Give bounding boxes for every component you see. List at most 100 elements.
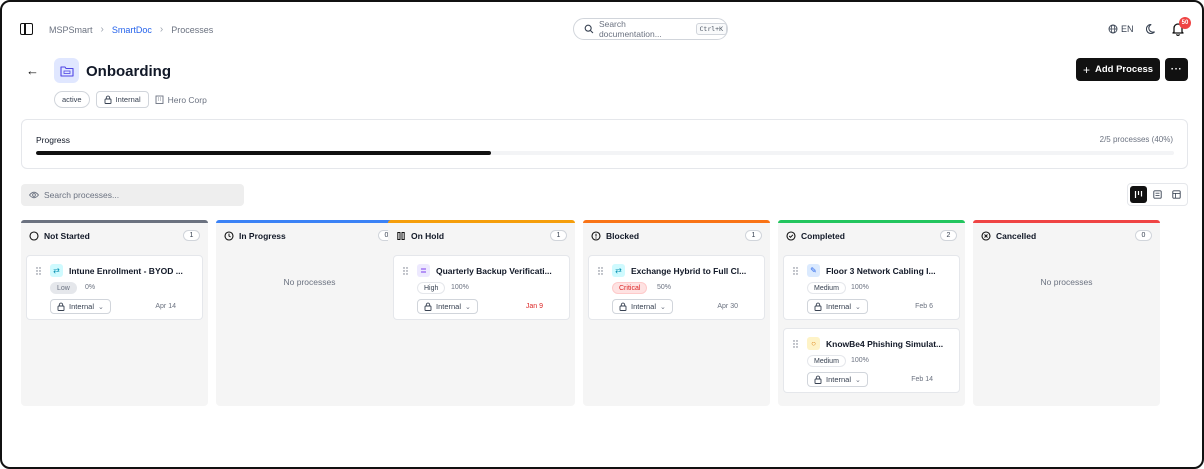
process-card[interactable]: ≣ Quarterly Backup Verificati... High 10… [393,255,570,320]
process-card[interactable]: ○ KnowBe4 Phishing Simulat... Medium 100… [783,328,960,393]
column-on-hold: On Hold 1 ≣ Quarterly Backup Verificati.… [388,220,575,406]
lock-icon [104,95,112,104]
due-date: Apr 14 [155,303,176,310]
kanban-view-button[interactable] [1130,186,1147,203]
add-process-button[interactable]: + Add Process [1076,58,1160,81]
chevron-down-icon: ⌄ [465,303,471,311]
more-options-button[interactable]: ··· [1165,58,1188,81]
sidebar-toggle-icon[interactable] [20,23,33,35]
status-badge: active [54,91,90,108]
column-cancelled: Cancelled 0 No processes [973,220,1160,406]
card-title[interactable]: Exchange Hybrid to Full Cl... [631,266,759,276]
completion-percent: 100% [851,284,869,291]
process-card[interactable]: ⇄ Exchange Hybrid to Full Cl... Critical… [588,255,765,320]
column-count-badge: 1 [745,230,762,241]
visibility-badge[interactable]: Internal [95,91,149,108]
list-icon [1153,190,1162,199]
building-icon [155,95,164,104]
access-dropdown[interactable]: Internal ⌄ [807,299,868,314]
add-process-label: Add Process [1094,64,1154,75]
circle-icon [29,231,39,241]
access-dropdown[interactable]: Internal ⌄ [50,299,111,314]
process-search-input[interactable]: Search processes... [21,184,244,206]
drag-handle-icon[interactable] [793,267,798,275]
drag-handle-icon[interactable] [598,267,603,275]
column-title: Blocked [606,231,640,241]
column-color-bar [216,220,403,223]
column-color-bar [973,220,1160,223]
check-circle-icon [786,231,796,241]
access-dropdown[interactable]: Internal ⌄ [417,299,478,314]
column-count-badge: 2 [940,230,957,241]
lock-icon [57,302,65,311]
plus-icon: + [1082,62,1090,77]
eye-icon [29,191,39,199]
access-dropdown[interactable]: Internal ⌄ [807,372,868,387]
card-title[interactable]: KnowBe4 Phishing Simulat... [826,339,954,349]
list-view-button[interactable] [1149,186,1166,203]
due-date: Apr 30 [717,303,738,310]
access-label: Internal [826,302,852,311]
priority-badge: Medium [807,282,846,294]
column-blocked: Blocked 1 ⇄ Exchange Hybrid to Full Cl..… [583,220,770,406]
back-arrow-icon[interactable]: ← [26,63,39,78]
breadcrumb-item-smartdoc[interactable]: SmartDoc [112,25,152,35]
visibility-label: Internal [115,95,141,104]
language-selector[interactable]: EN [1108,24,1134,34]
drag-handle-icon[interactable] [36,267,41,275]
progress-bar [36,151,1174,155]
top-bar: MSPSmart › SmartDoc › Processes Search d… [2,14,1202,46]
chevron-right-icon: › [159,24,164,35]
completion-percent: 100% [451,284,469,291]
column-title: Not Started [44,231,90,241]
process-card[interactable]: ⇄ Intune Enrollment - BYOD ... Low 0% In… [26,255,203,320]
card-title[interactable]: Intune Enrollment - BYOD ... [69,266,197,276]
sync-icon: ⇄ [50,264,63,277]
page-title: Onboarding [86,63,171,80]
progress-bar-fill [36,151,492,155]
drag-handle-icon[interactable] [793,340,798,348]
progress-label: Progress [36,135,71,145]
access-dropdown[interactable]: Internal ⌄ [612,299,673,314]
kanban-icon [1134,191,1143,198]
client-link[interactable]: Hero Corp [154,91,207,108]
column-count-badge: 1 [550,230,567,241]
card-title[interactable]: Floor 3 Network Cabling I... [826,266,954,276]
globe-icon [1108,24,1118,34]
language-label: EN [1121,24,1134,34]
column-title: On Hold [411,231,445,241]
chevron-down-icon: ⌄ [660,303,666,311]
access-label: Internal [69,302,95,311]
lock-icon [814,375,822,384]
drag-handle-icon[interactable] [403,267,408,275]
due-date: Jan 9 [525,303,543,310]
table-view-button[interactable] [1168,186,1185,203]
process-card[interactable]: ✎ Floor 3 Network Cabling I... Medium 10… [783,255,960,320]
column-color-bar [388,220,575,223]
access-label: Internal [826,375,852,384]
database-icon: ≣ [417,264,430,277]
due-date: Feb 14 [911,376,933,383]
documentation-search[interactable]: Search documentation... Ctrl+K [573,18,728,40]
clock-icon [224,231,234,241]
column-title: Completed [801,231,845,241]
progress-card: Progress 2/5 processes (40%) [21,119,1188,169]
breadcrumb-item-mspsmart[interactable]: MSPSmart [49,25,93,35]
breadcrumb-item-processes: Processes [171,24,214,35]
chevron-down-icon: ⌄ [98,303,104,311]
moon-icon[interactable] [1146,23,1158,35]
completion-percent: 0% [85,284,96,291]
card-title[interactable]: Quarterly Backup Verificati... [436,266,564,276]
column-color-bar [583,220,770,223]
column-color-bar [778,220,965,223]
process-group-tags: active Internal Hero Corp [54,91,207,108]
pause-icon [397,232,405,240]
progress-summary: 2/5 processes (40%) [1099,135,1173,144]
chevron-right-icon: › [100,24,104,35]
notification-count-badge: 50 [1179,17,1191,29]
search-icon [584,24,594,34]
sync-icon: ⇄ [612,264,625,277]
lock-icon [814,302,822,311]
x-circle-icon [981,231,991,241]
folder-icon [54,58,79,83]
